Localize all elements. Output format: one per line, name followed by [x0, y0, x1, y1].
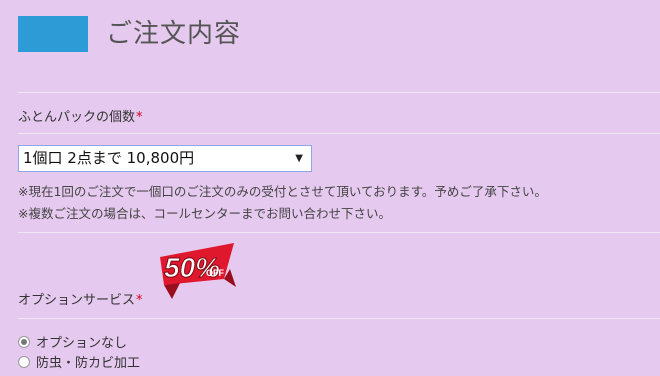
divider — [18, 232, 660, 233]
pack-count-select[interactable]: 1個口 2点まで 10,800円 ▼ — [18, 145, 312, 172]
header-color-block — [18, 16, 88, 52]
radio-unchecked-icon[interactable] — [18, 355, 30, 368]
discount-badge-icon: 50% OFF — [160, 243, 236, 299]
divider — [18, 318, 660, 319]
option-none-radio-row[interactable]: オプションなし — [18, 332, 127, 351]
order-note-1: ※現在1回のご注文で一個口のご注文のみの受付とさせて頂いております。予めご了承下… — [18, 184, 547, 199]
option-service-label-text: オプションサービス — [18, 293, 136, 308]
pack-count-selected-value: 1個口 2点まで 10,800円 — [23, 149, 195, 167]
required-mark: * — [136, 293, 143, 308]
badge-off: OFF — [206, 268, 224, 278]
option-service-label: オプションサービス* — [18, 289, 143, 308]
radio-checked-icon[interactable] — [18, 335, 30, 348]
divider — [18, 92, 660, 93]
badge-ribbon-tail — [164, 283, 180, 299]
dropdown-arrow-icon: ▼ — [295, 153, 303, 164]
option-insect-mold-radio-row[interactable]: 防虫・防カビ加工 — [18, 352, 140, 371]
pack-count-label-text: ふとんパックの個数 — [18, 110, 136, 125]
pack-count-label: ふとんパックの個数* — [18, 106, 143, 125]
required-mark: * — [136, 110, 143, 125]
option-none-label: オプションなし — [36, 336, 128, 351]
option-insect-mold-label: 防虫・防カビ加工 — [36, 356, 141, 371]
page-title: ご注文内容 — [106, 19, 242, 49]
order-note-2: ※複数ご注文の場合は、コールセンターまでお問い合わせ下さい。 — [18, 206, 391, 221]
divider — [18, 133, 660, 134]
